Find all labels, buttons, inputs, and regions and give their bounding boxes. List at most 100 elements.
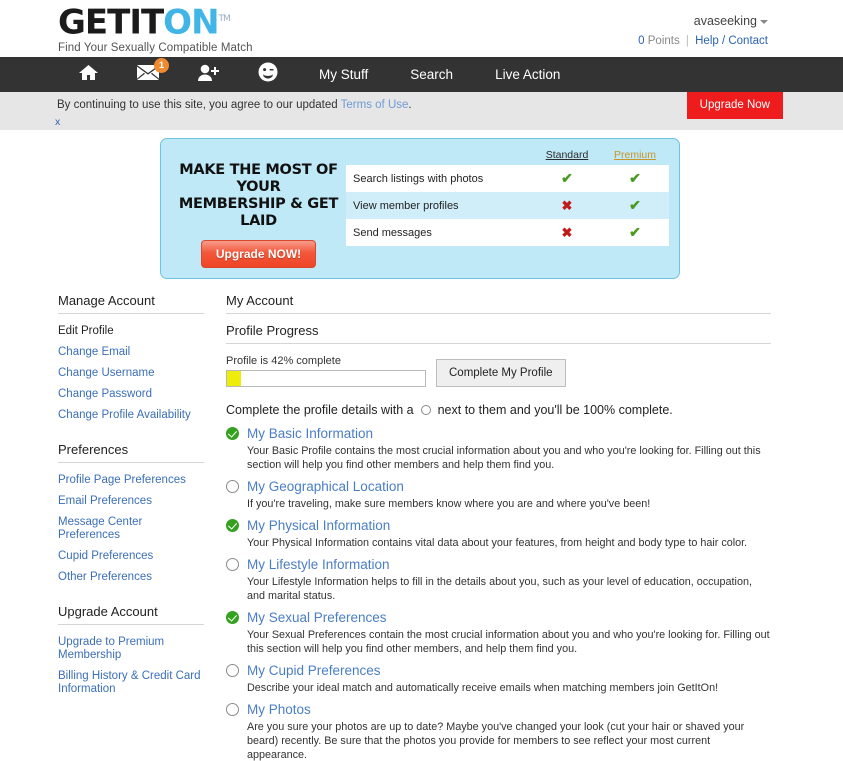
progress-bar-fill [227,371,241,386]
check-icon: ✔ [629,197,641,213]
promo-standard-cell: ✖ [533,219,601,246]
sidebar-item-email-preferences[interactable]: Email Preferences [58,491,204,512]
profile-section-header: My Photos [226,702,771,717]
check-circle-icon [226,427,239,440]
sidebar-item-billing-history[interactable]: Billing History & Credit Card Informatio… [58,666,204,700]
promo-headline-line1: MAKE THE MOST OF YOUR [179,162,338,195]
check-circle-icon [226,519,239,532]
empty-circle-icon [226,558,239,571]
sidebar-heading-manage-account: Manage Account [58,293,204,314]
profile-section-description: Your Sexual Preferences contain the most… [247,629,770,655]
logo-part-it: IT [129,2,164,43]
user-links: 0 Points | Help / Contact [638,35,768,47]
profile-section-link[interactable]: My Basic Information [247,426,373,441]
profile-section-description: Your Basic Profile contains the most cru… [247,445,761,471]
home-icon [78,64,98,86]
profile-section-link[interactable]: My Cupid Preferences [247,663,381,678]
nav-link-live-action[interactable]: Live Action [474,57,581,92]
help-contact-link[interactable]: Help / Contact [695,35,768,47]
profile-section-link[interactable]: My Sexual Preferences [247,610,387,625]
promo-feature-table: Standard Premium Search listings with ph… [346,148,669,246]
empty-circle-icon [420,405,431,415]
sidebar-item-change-username[interactable]: Change Username [58,363,204,384]
sidebar-item-profile-page-preferences[interactable]: Profile Page Preferences [58,470,204,491]
promo-col-feature [346,148,533,165]
promo-feature-label: Search listings with photos [346,165,533,192]
sidebar-item-change-email[interactable]: Change Email [58,342,204,363]
promo-premium-cell: ✔ [601,165,669,192]
page-content: Manage Account Edit Profile Change Email… [0,279,843,761]
promo-feature-label: View member profiles [346,192,533,219]
promo-premium-cell: ✔ [601,192,669,219]
page-title: My Account [226,293,771,314]
nav-messages[interactable]: 1 [118,57,178,92]
chevron-down-icon [760,19,768,24]
promo-row-1: Search listings with photos ✔ ✔ [346,165,669,192]
upgrade-now-button[interactable]: Upgrade Now [686,92,783,119]
username-menu[interactable]: avaseeking [638,14,768,28]
profile-section: My Photos Are you sure your photos are up… [226,702,771,761]
profile-section-description: Describe your ideal match and automatica… [247,682,719,694]
profile-section-description: Your Lifestyle Information helps to fill… [247,576,752,602]
check-circle-icon [226,611,239,624]
profile-section-header: My Physical Information [226,518,771,533]
sidebar-item-other-preferences[interactable]: Other Preferences [58,567,204,588]
profile-section: My Physical Information Your Physical Inf… [226,518,771,550]
sidebar-item-change-password[interactable]: Change Password [58,384,204,405]
profile-section-description: If you're traveling, make sure members k… [247,498,651,510]
profile-section: My Basic Information Your Basic Profile c… [226,426,771,472]
nav-home[interactable] [58,57,118,92]
empty-circle-icon [226,703,239,716]
logo-tagline: Find Your Sexually Compatible Match [58,42,253,55]
cross-icon: ✖ [561,224,573,240]
sidebar-heading-preferences: Preferences [58,442,204,463]
profile-section-header: My Geographical Location [226,479,771,494]
profile-section-link[interactable]: My Geographical Location [247,479,404,494]
profile-section-link[interactable]: My Lifestyle Information [247,557,390,572]
membership-promo-banner: MAKE THE MOST OF YOUR MEMBERSHIP & GET L… [160,138,680,279]
nav-add-friend[interactable] [178,57,238,92]
profile-section: My Lifestyle Information Your Lifestyle I… [226,557,771,603]
sidebar-item-edit-profile[interactable]: Edit Profile [58,321,204,342]
site-logo[interactable]: GETITONTM Find Your Sexually Compatible … [58,2,253,54]
promo-banner-wrap: MAKE THE MOST OF YOUR MEMBERSHIP & GET L… [0,130,843,279]
complete-my-profile-button[interactable]: Complete My Profile [436,359,566,387]
upgrade-now-cta-button[interactable]: Upgrade NOW! [200,240,317,268]
profile-section-link[interactable]: My Photos [247,702,311,717]
sidebar-item-change-profile-availability[interactable]: Change Profile Availability [58,405,204,426]
promo-row-2: View member profiles ✖ ✔ [346,192,669,219]
progress-column: Profile is 42% complete [226,355,426,387]
sidebar-item-upgrade-premium[interactable]: Upgrade to Premium Membership [58,632,204,666]
instruction-text-after: next to them and you'll be 100% complete… [437,403,673,417]
logo-part-on: ON [163,2,219,43]
trademark-icon: TM [218,14,231,24]
account-sidebar: Manage Account Edit Profile Change Email… [58,293,226,761]
terms-of-use-link[interactable]: Terms of Use [341,99,409,111]
logo-part-get: GET [58,2,130,43]
points-label: Points [647,35,680,47]
promo-standard-cell: ✔ [533,165,601,192]
profile-section-description: Your Physical Information contains vital… [247,537,748,549]
nav-link-search[interactable]: Search [389,57,474,92]
promo-left: MAKE THE MOST OF YOUR MEMBERSHIP & GET L… [171,148,346,268]
profile-section-link[interactable]: My Physical Information [247,518,390,533]
promo-col-premium: Premium [613,149,656,161]
instruction-text-before: Complete the profile details with a [226,403,414,417]
add-friend-icon [197,64,219,86]
logo-wordmark: GETITONTM [58,2,253,39]
cross-icon: ✖ [561,197,573,213]
sidebar-item-cupid-preferences[interactable]: Cupid Preferences [58,546,204,567]
nav-smiley[interactable] [238,57,298,92]
promo-feature-label: Send messages [346,219,533,246]
promo-headline: MAKE THE MOST OF YOUR MEMBERSHIP & GET L… [171,162,346,230]
check-icon: ✔ [629,224,641,240]
progress-label: Profile is 42% complete [226,355,341,367]
sidebar-item-message-center-preferences[interactable]: Message Center Preferences [58,512,204,546]
empty-circle-icon [226,664,239,677]
page-root: GETITONTM Find Your Sexually Compatible … [0,0,843,761]
nav-link-my-stuff[interactable]: My Stuff [298,57,389,92]
close-notice-link[interactable]: x [55,116,60,128]
profile-progress-heading: Profile Progress [226,314,771,344]
links-separator: | [685,35,689,47]
promo-feature-table-wrap: Standard Premium Search listings with ph… [346,148,669,268]
